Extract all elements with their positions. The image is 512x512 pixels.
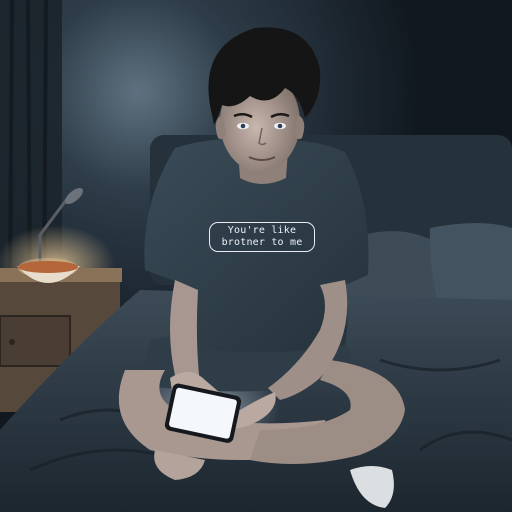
scene-illustration: [0, 0, 512, 512]
pupil-right: [277, 123, 283, 129]
left-arm: [170, 280, 200, 387]
photo-scene: You're like brotner to me: [0, 0, 512, 512]
shirt-text-line2: brotner to me: [221, 237, 303, 248]
drawer-knob-icon: [9, 339, 15, 345]
bowl-contents: [18, 261, 78, 273]
pupil-left: [240, 123, 246, 129]
shirt-text-line1: You're like: [227, 225, 297, 236]
shirt-caption: You're like brotner to me: [209, 222, 315, 252]
